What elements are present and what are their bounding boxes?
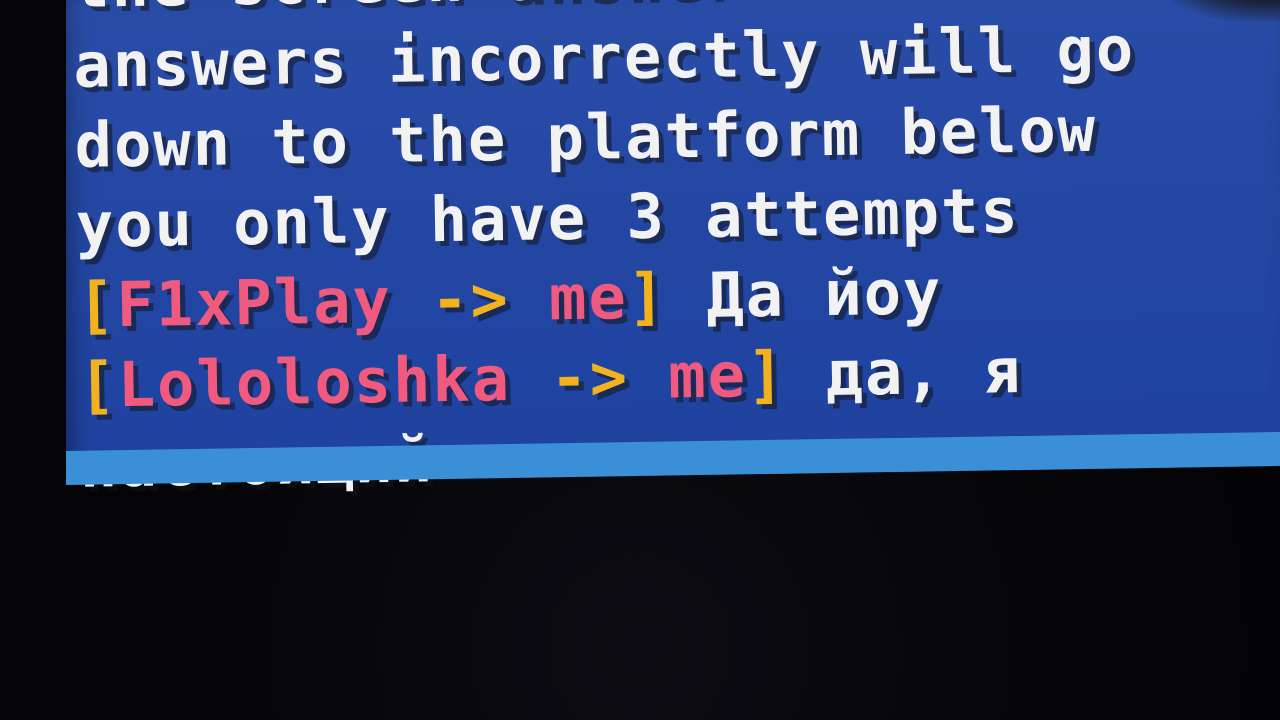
message-text: да, я — [785, 333, 1023, 411]
message-arrow: -> — [391, 261, 550, 337]
screen-bezel — [0, 0, 66, 720]
private-message: [Lololoshka -> me] да, я — [78, 329, 1141, 426]
message-recipient: me — [667, 338, 748, 413]
screen-corner-shadow — [1147, 0, 1280, 23]
photo-scene: the screen answer answers incorrectly wi… — [0, 0, 1280, 720]
chat-line: you only have 3 attempts — [75, 173, 1021, 262]
message-arrow: -> — [510, 339, 669, 415]
message-open-bracket: [ — [77, 348, 119, 422]
message-close-bracket: ] — [627, 259, 668, 334]
message-text: Да йоу — [666, 255, 943, 333]
message-open-bracket: [ — [76, 268, 118, 342]
message-sender: F1xPlay — [115, 263, 393, 342]
message-sender: Lololoshka — [117, 342, 512, 422]
chat-panel: the screen answer answers incorrectly wi… — [72, 0, 1143, 506]
game-screen: the screen answer answers incorrectly wi… — [58, 0, 1280, 502]
message-close-bracket: ] — [746, 337, 787, 412]
message-recipient: me — [548, 260, 629, 335]
